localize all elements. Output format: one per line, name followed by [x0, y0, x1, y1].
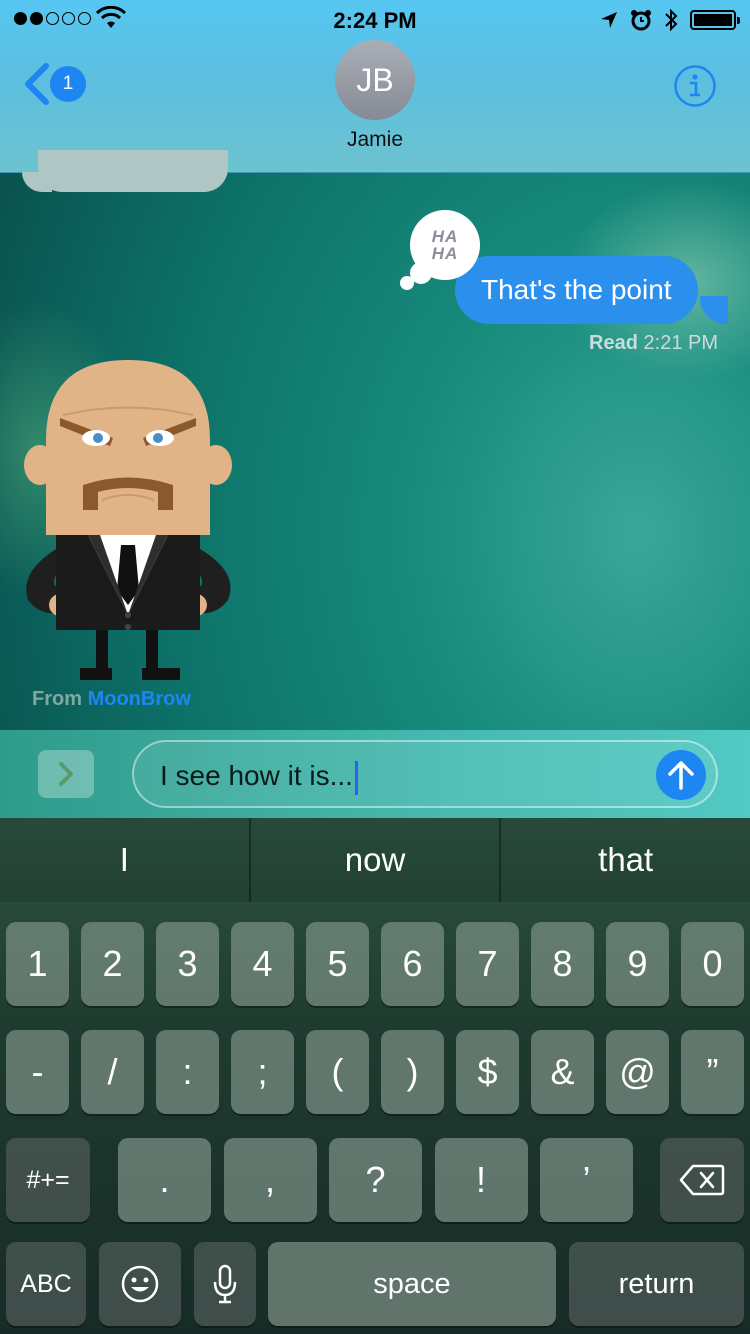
- contact-name[interactable]: Jamie: [0, 128, 750, 152]
- key-row3-0[interactable]: .: [118, 1138, 211, 1222]
- key-row1-3[interactable]: 4: [231, 922, 294, 1006]
- sent-message-bubble[interactable]: That's the point: [455, 256, 698, 324]
- key-row1-8[interactable]: 9: [606, 922, 669, 1006]
- key-row2-7[interactable]: &: [531, 1030, 594, 1114]
- abc-key[interactable]: ABC: [6, 1242, 86, 1326]
- alarm-icon: [631, 10, 651, 31]
- emoji-icon: [121, 1265, 159, 1303]
- tapback-text: HA HA: [431, 227, 459, 263]
- key-row2-6[interactable]: $: [456, 1030, 519, 1114]
- unread-badge: 1: [50, 66, 86, 102]
- sticker-attribution: From MoonBrow: [32, 688, 191, 711]
- status-bar: 2:24 PM: [0, 0, 750, 40]
- predictive-bar: I now that: [0, 818, 750, 902]
- key-row1-1[interactable]: 2: [81, 922, 144, 1006]
- sticker-app-link[interactable]: MoonBrow: [88, 688, 191, 710]
- read-label: Read: [589, 332, 638, 354]
- message-input-field[interactable]: I see how it is...: [132, 740, 718, 808]
- chevron-right-icon: [59, 762, 73, 786]
- info-icon[interactable]: [673, 64, 717, 108]
- prediction-3[interactable]: that: [501, 818, 750, 902]
- previous-message-bubble[interactable]: [38, 150, 228, 192]
- key-row2-8[interactable]: @: [606, 1030, 669, 1114]
- key-row3-2[interactable]: ?: [329, 1138, 422, 1222]
- delete-key[interactable]: [660, 1138, 744, 1222]
- microphone-icon: [213, 1264, 237, 1304]
- location-arrow-icon: [601, 12, 617, 28]
- bluetooth-icon: [665, 8, 678, 32]
- space-key[interactable]: space: [268, 1242, 556, 1326]
- message-input-bar: I see how it is...: [0, 730, 750, 818]
- send-button[interactable]: [656, 750, 706, 800]
- key-row3-1[interactable]: ,: [223, 1138, 317, 1222]
- symbols-mode-key[interactable]: #+=: [6, 1138, 90, 1222]
- key-row2-2[interactable]: :: [156, 1030, 219, 1114]
- emoji-key[interactable]: [99, 1242, 181, 1326]
- key-row3-3[interactable]: !: [434, 1138, 528, 1222]
- bald-man-sticker[interactable]: [18, 360, 238, 685]
- read-time: 2:21 PM: [643, 332, 718, 354]
- key-row2-4[interactable]: (: [306, 1030, 369, 1114]
- key-row2-1[interactable]: /: [81, 1030, 144, 1114]
- text-cursor: [354, 760, 358, 795]
- key-row1-9[interactable]: 0: [681, 922, 744, 1006]
- arrow-up-icon: [668, 761, 694, 790]
- expand-apps-button[interactable]: [38, 750, 94, 798]
- key-row1-4[interactable]: 5: [306, 922, 369, 1006]
- key-row1-5[interactable]: 6: [381, 922, 444, 1006]
- prediction-1[interactable]: I: [0, 818, 249, 902]
- conversation-header: 2:24 PM 1 JB Jamie: [0, 0, 750, 173]
- key-row2-5[interactable]: ): [381, 1030, 444, 1114]
- read-receipt: Read 2:21 PM: [589, 332, 718, 355]
- tapback-haha[interactable]: HA HA: [410, 210, 480, 280]
- backspace-icon: [679, 1164, 725, 1196]
- return-key[interactable]: return: [569, 1242, 744, 1326]
- contact-avatar[interactable]: JB: [335, 40, 415, 120]
- key-row3-4[interactable]: ’: [540, 1138, 633, 1222]
- keyboard: I now that 1 2 3 4 5 6 7 8 9 0 - /:;() $ & @”.,?!’ #+=…: [0, 818, 750, 1334]
- back-button[interactable]: 1: [22, 62, 86, 106]
- prediction-2[interactable]: now: [251, 818, 500, 902]
- chevron-left-icon: [25, 63, 49, 105]
- key-row2-0[interactable]: -: [6, 1030, 69, 1114]
- key-row1-6[interactable]: 7: [456, 922, 519, 1006]
- from-label: From: [32, 688, 82, 710]
- message-input-text: I see how it is...: [160, 760, 353, 791]
- key-row1-7[interactable]: 8: [531, 922, 594, 1006]
- key-row2-3[interactable]: ;: [231, 1030, 294, 1114]
- key-row2-9[interactable]: ”: [681, 1030, 744, 1114]
- dictation-key[interactable]: [194, 1242, 256, 1326]
- battery-icon: [690, 10, 740, 30]
- key-row1-0[interactable]: 1: [6, 922, 69, 1006]
- key-row1-2[interactable]: 3: [156, 922, 219, 1006]
- sent-message-text: That's the point: [481, 274, 672, 305]
